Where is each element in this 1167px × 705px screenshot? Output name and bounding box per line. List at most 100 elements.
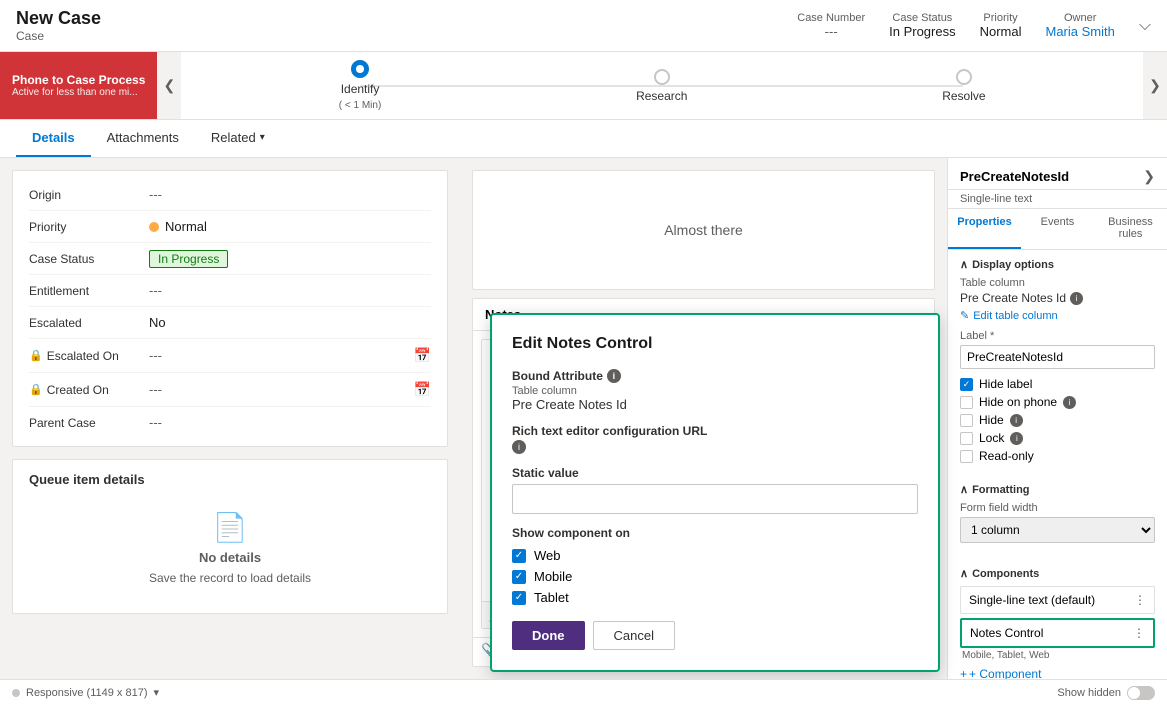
mobile-label: Mobile	[534, 569, 572, 584]
pre-create-notes-value: Pre Create Notes Id	[960, 291, 1066, 305]
escalated-on-label: 🔒 Escalated On	[29, 349, 149, 363]
info-icon-hide[interactable]: i	[1010, 414, 1023, 427]
form-row-created-on: 🔒 Created On --- 📅	[29, 373, 431, 407]
display-options-title[interactable]: ∧ Display options	[960, 258, 1155, 271]
no-details-area: 📄 No details Save the record to load det…	[29, 495, 431, 601]
hide-label-checkbox[interactable]: ✓	[960, 378, 973, 391]
calendar-icon-created[interactable]: 📅	[414, 381, 431, 398]
toggle-switch[interactable]	[1127, 686, 1155, 700]
rp-tabs: Properties Events Business rules	[948, 209, 1167, 250]
static-value-label: Static value	[512, 466, 918, 480]
web-checkbox[interactable]: ✓	[512, 549, 526, 563]
components-title[interactable]: ∧ Components	[960, 567, 1155, 580]
owner-value[interactable]: Maria Smith	[1046, 24, 1115, 39]
show-hidden-area: Show hidden	[1057, 686, 1155, 700]
label-field-input[interactable]	[960, 345, 1155, 369]
header-fields: Case Number --- Case Status In Progress …	[797, 12, 1151, 39]
lock-text: Lock	[979, 431, 1004, 445]
escalated-label: Escalated	[29, 316, 149, 330]
case-subtitle: Case	[16, 29, 101, 43]
case-number-value: ---	[797, 24, 865, 39]
default-component-more[interactable]: ⋮	[1134, 593, 1146, 607]
info-icon-bound[interactable]: i	[607, 369, 621, 383]
top-header: New Case Case Case Number --- Case Statu…	[0, 0, 1167, 52]
escalated-value: No	[149, 315, 431, 330]
dialog-title: Edit Notes Control	[512, 335, 918, 353]
tab-events[interactable]: Events	[1021, 209, 1094, 249]
header-chevron[interactable]: ⌵	[1139, 17, 1151, 35]
rp-close-icon[interactable]: ❯	[1143, 168, 1155, 185]
header-case-status: Case Status In Progress	[889, 12, 955, 39]
collapse-icon-display: ∧	[960, 258, 968, 271]
static-value-input[interactable]	[512, 484, 918, 514]
info-icon-tc[interactable]: i	[1070, 292, 1083, 305]
info-icon-rich[interactable]: i	[512, 440, 526, 454]
done-button[interactable]: Done	[512, 621, 585, 650]
tab-details[interactable]: Details	[16, 120, 91, 157]
case-info: New Case Case	[16, 8, 101, 43]
label-field-label: Label *	[960, 330, 1155, 342]
form-section: Origin --- Priority Normal Case Status I…	[12, 170, 448, 447]
process-next-btn[interactable]: ❯	[1143, 52, 1167, 119]
formatting-title[interactable]: ∧ Formatting	[960, 483, 1155, 496]
tab-related[interactable]: Related ▾	[195, 120, 281, 157]
rp-subtitle: Single-line text	[948, 190, 1167, 209]
mobile-checkbox[interactable]: ✓	[512, 570, 526, 584]
priority-form-value: Normal	[149, 219, 431, 234]
case-status-value: In Progress	[889, 24, 955, 39]
process-prev-btn[interactable]: ❮	[157, 52, 181, 119]
stage-identify-sublabel: ( < 1 Min)	[339, 100, 382, 111]
right-panel: PreCreateNotesId ❯ Single-line text Prop…	[947, 158, 1167, 679]
hide-row: Hide i	[960, 413, 1155, 427]
stage-research[interactable]: Research	[636, 69, 687, 103]
tab-attachments[interactable]: Attachments	[91, 120, 195, 157]
readonly-row: Read-only	[960, 449, 1155, 463]
tab-business-rules[interactable]: Business rules	[1094, 209, 1167, 249]
lock-icon-created: 🔒	[29, 383, 43, 396]
status-dot	[12, 689, 20, 697]
readonly-checkbox[interactable]	[960, 450, 973, 463]
toggle-knob	[1128, 687, 1140, 699]
lock-icon-escalated: 🔒	[29, 349, 43, 362]
cancel-button[interactable]: Cancel	[593, 621, 675, 650]
priority-label: Priority	[980, 12, 1022, 24]
hide-on-phone-checkbox[interactable]	[960, 396, 973, 409]
add-component-button[interactable]: + + Component	[960, 667, 1155, 679]
edit-notes-dialog: Edit Notes Control Bound Attribute i Tab…	[490, 313, 940, 672]
main-area: Origin --- Priority Normal Case Status I…	[0, 158, 1167, 679]
stage-resolve[interactable]: Resolve	[942, 69, 985, 103]
calendar-icon-escalated[interactable]: 📅	[414, 347, 431, 364]
hide-on-phone-text: Hide on phone	[979, 395, 1057, 409]
stage-resolve-circle	[956, 69, 972, 85]
status-chevron[interactable]: ▾	[153, 686, 159, 699]
lock-row: Lock i	[960, 431, 1155, 445]
dialog-buttons: Done Cancel	[512, 621, 918, 650]
tab-properties[interactable]: Properties	[948, 209, 1021, 249]
bound-attribute-label: Bound Attribute i	[512, 369, 918, 383]
hide-on-phone-row: Hide on phone i	[960, 395, 1155, 409]
checkbox-web: ✓ Web	[512, 548, 918, 563]
process-stages: Identify ( < 1 Min) Research Resolve	[181, 52, 1143, 119]
info-icon-lock[interactable]: i	[1010, 432, 1023, 445]
hide-label-row: ✓ Hide label	[960, 377, 1155, 391]
almost-there-card: Almost there	[472, 170, 935, 290]
origin-label: Origin	[29, 188, 149, 202]
show-component-label: Show component on	[512, 526, 918, 540]
document-icon: 📄	[213, 511, 248, 544]
priority-form-label: Priority	[29, 220, 149, 234]
lock-checkbox[interactable]	[960, 432, 973, 445]
form-field-width-select[interactable]: 1 column	[960, 517, 1155, 543]
info-row: i	[512, 440, 918, 454]
notes-component-more[interactable]: ⋮	[1133, 626, 1145, 640]
parent-case-value: ---	[149, 415, 431, 430]
queue-title: Queue item details	[29, 472, 431, 487]
rich-text-label: Rich text editor configuration URL	[512, 424, 918, 438]
form-row-escalated: Escalated No	[29, 307, 431, 339]
info-icon-phone[interactable]: i	[1063, 396, 1076, 409]
edit-table-column-link[interactable]: ✎ Edit table column	[960, 309, 1155, 322]
stage-identify[interactable]: Identify ( < 1 Min)	[339, 60, 382, 111]
hide-checkbox[interactable]	[960, 414, 973, 427]
case-status-form-label: Case Status	[29, 252, 149, 266]
tablet-checkbox[interactable]: ✓	[512, 591, 526, 605]
table-column-value-rp: Pre Create Notes Id i	[960, 291, 1155, 305]
